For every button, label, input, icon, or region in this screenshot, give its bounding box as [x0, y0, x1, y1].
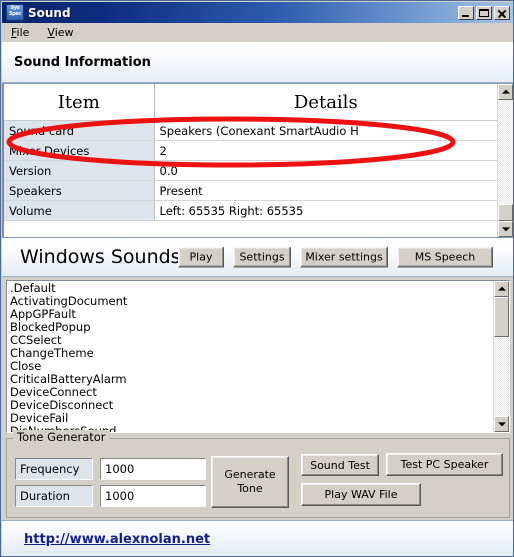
windows-sounds-header: Windows Sounds Play Settings Mixer setti… — [2, 238, 513, 277]
table-cell-item: Sound card — [4, 120, 155, 141]
table-row[interactable]: Mixer Devices 2 — [4, 140, 498, 161]
table-scroll-track[interactable] — [498, 100, 513, 221]
table-cell-detail: 2 — [154, 140, 498, 161]
list-item[interactable]: ActivatingDocument — [10, 295, 493, 308]
scroll-up-icon[interactable] — [498, 84, 513, 100]
table-cell-detail: Speakers (Conexant SmartAudio H — [154, 120, 498, 141]
list-scroll-track[interactable] — [494, 297, 509, 416]
table-scroll-thumb[interactable] — [498, 204, 513, 221]
list-item[interactable]: ChangeTheme — [10, 347, 493, 360]
sound-information-header: Sound Information — [2, 42, 513, 83]
test-pc-speaker-button[interactable]: Test PC Speaker — [386, 453, 503, 476]
list-scrollbar[interactable] — [493, 281, 509, 432]
mixer-settings-button[interactable]: Mixer settings — [300, 246, 388, 268]
table-cell-item: Version — [4, 160, 155, 181]
column-header-details[interactable]: Details — [154, 84, 498, 121]
generate-tone-line1: Generate — [224, 468, 276, 481]
list-item[interactable]: DeviceDisconnect — [10, 399, 493, 412]
list-scroll-down-icon[interactable] — [494, 416, 509, 432]
menu-item-file[interactable]: File — [2, 24, 38, 41]
sound-window: Sys Spec Sound File View Sound Informati… — [0, 0, 514, 557]
frequency-input[interactable]: 1000 — [100, 458, 206, 480]
table-row[interactable]: Sound card Speakers (Conexant SmartAudio … — [4, 120, 498, 141]
sys-spec-icon: Sys Spec — [6, 4, 24, 21]
table-cell-detail: Left: 65535 Right: 65535 — [154, 200, 498, 221]
sound-info-table-viewport: Item Details Sound card Speakers (Conexan… — [4, 84, 498, 237]
maximize-button[interactable] — [476, 5, 492, 20]
sound-test-button[interactable]: Sound Test — [301, 454, 379, 476]
menu-bar: File View — [2, 23, 513, 42]
list-item[interactable]: BlockedPopup — [10, 321, 493, 334]
menu-item-view-rest: iew — [54, 26, 74, 39]
website-link[interactable]: http://www.alexnolan.net — [24, 532, 210, 547]
footer-bar: http://www.alexnolan.net — [2, 520, 513, 556]
frequency-label: Frequency — [15, 458, 93, 480]
sys-spec-icon-line2: Spec — [8, 11, 22, 17]
windows-sounds-button-row: Play Settings Mixer settings MS Speech — [178, 246, 493, 268]
list-scroll-up-icon[interactable] — [494, 281, 509, 297]
ms-speech-button[interactable]: MS Speech — [397, 246, 493, 268]
table-row[interactable]: Version 0.0 — [4, 160, 498, 181]
windows-sounds-list-panel: .Default ActivatingDocument AppGPFault Bloc… — [6, 280, 510, 433]
table-row[interactable]: Speakers Present — [4, 180, 498, 201]
generate-tone-button[interactable]: Generate Tone — [211, 456, 289, 508]
window-title: Sound — [28, 5, 71, 20]
table-body: Sound card Speakers (Conexant SmartAudio … — [4, 120, 498, 221]
tone-generator-legend: Tone Generator — [13, 430, 110, 444]
table-cell-item: Volume — [4, 200, 155, 221]
windows-sounds-list[interactable]: .Default ActivatingDocument AppGPFault Bloc… — [7, 281, 493, 433]
column-header-item[interactable]: Item — [4, 84, 155, 121]
generate-tone-line2: Tone — [237, 482, 263, 495]
window-controls — [458, 5, 510, 20]
table-cell-item: Mixer Devices — [4, 140, 155, 161]
table-cell-detail: Present — [154, 180, 498, 201]
menu-item-file-rest: ile — [16, 26, 30, 39]
list-scroll-thumb[interactable] — [494, 297, 509, 337]
table-cell-detail: 0.0 — [154, 160, 498, 181]
windows-sounds-title: Windows Sounds — [20, 246, 181, 268]
sound-info-table: Item Details Sound card Speakers (Conexan… — [4, 84, 498, 221]
table-cell-item: Speakers — [4, 180, 155, 201]
table-scrollbar[interactable] — [497, 84, 513, 237]
table-header-row: Item Details — [4, 84, 498, 121]
scroll-down-icon[interactable] — [498, 221, 513, 237]
title-bar: Sys Spec Sound — [2, 2, 513, 23]
page-title: Sound Information — [14, 54, 151, 70]
table-row[interactable]: Volume Left: 65535 Right: 65535 — [4, 200, 498, 221]
play-button[interactable]: Play — [178, 246, 224, 268]
sound-info-table-panel: Item Details Sound card Speakers (Conexan… — [2, 83, 513, 238]
settings-button[interactable]: Settings — [233, 246, 291, 268]
minimize-button[interactable] — [458, 5, 474, 20]
close-button[interactable] — [494, 5, 510, 20]
duration-label: Duration — [15, 485, 93, 507]
menu-item-view[interactable]: View — [38, 24, 82, 41]
duration-input[interactable]: 1000 — [100, 485, 206, 507]
play-wav-file-button[interactable]: Play WAV File — [301, 483, 421, 506]
